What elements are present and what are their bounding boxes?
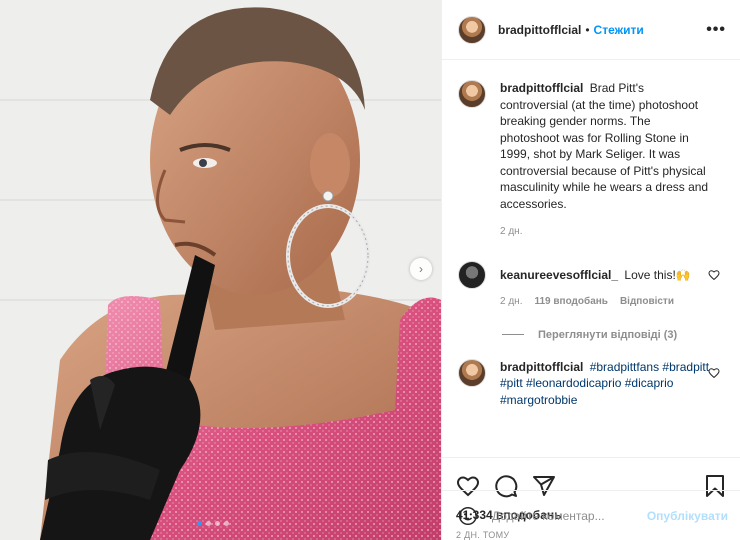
comment-text-block: bradpittofflcial #bradpittfans #bradpitt…	[500, 359, 712, 409]
caption-username[interactable]: bradpittofflcial	[500, 81, 583, 95]
avatar[interactable]	[458, 261, 486, 289]
comment-username[interactable]: keanureevesofflcial_	[500, 268, 618, 282]
comment-text-block: keanureevesofflcial_ Love this!🙌	[500, 261, 712, 284]
header-separator: •	[585, 22, 590, 37]
comment-meta: 2 дн. 119 вподобань Відповісти	[500, 296, 712, 307]
caption-text-block: bradpittofflcial Brad Pitt's controversi…	[500, 80, 712, 212]
caption-text: Brad Pitt's controversial (at the time) …	[500, 81, 709, 211]
smiley-icon[interactable]	[458, 505, 478, 527]
carousel-next-button[interactable]: ›	[410, 258, 432, 280]
avatar[interactable]	[458, 358, 486, 387]
replies-divider	[502, 334, 524, 335]
carousel-dot	[224, 521, 229, 526]
photo-illustration	[0, 0, 441, 540]
comment-time[interactable]: 2 дн.	[500, 296, 522, 307]
more-options-icon[interactable]: •••	[706, 21, 726, 39]
comment-item: bradpittofflcial #bradpittfans #bradpitt…	[458, 358, 724, 409]
caption-meta: 2 дн.	[500, 226, 712, 237]
post-header: bradpittofflcial • Стежити •••	[442, 0, 740, 60]
carousel-dot	[215, 521, 220, 526]
carousel-dot	[206, 521, 211, 526]
reply-button[interactable]: Відповісти	[620, 296, 674, 307]
caption: bradpittofflcial Brad Pitt's controversi…	[458, 80, 724, 237]
post-photo[interactable]: ›	[0, 0, 441, 540]
avatar[interactable]	[458, 15, 486, 44]
comment-text: Love this!🙌	[624, 268, 691, 282]
follow-button[interactable]: Стежити	[594, 23, 644, 37]
comments-section: bradpittofflcial Brad Pitt's controversi…	[442, 60, 740, 457]
post-side-panel: bradpittofflcial • Стежити ••• bradpitto…	[441, 0, 740, 540]
publish-button[interactable]: Опублікувати	[647, 509, 728, 523]
add-comment-bar: Опублікувати	[442, 490, 740, 540]
view-replies-button[interactable]: Переглянути відповіді (3)	[502, 329, 724, 341]
comment-like-heart-icon[interactable]	[708, 269, 720, 281]
comment-like-heart-icon[interactable]	[708, 367, 720, 379]
comment-item: keanureevesofflcial_ Love this!🙌 2 дн. 1…	[458, 261, 724, 307]
view-replies-label: Переглянути відповіді (3)	[538, 328, 678, 341]
instagram-post: › bradpittofflcial • Стежити ••• bradpit…	[0, 0, 740, 540]
comment-input[interactable]	[491, 508, 647, 523]
caption-time[interactable]: 2 дн.	[500, 226, 522, 237]
carousel-indicator	[197, 521, 229, 526]
carousel-dot	[197, 521, 202, 526]
comment-username[interactable]: bradpittofflcial	[500, 360, 583, 374]
avatar[interactable]	[458, 80, 486, 108]
comment-likes[interactable]: 119 вподобань	[534, 296, 607, 307]
header-username[interactable]: bradpittofflcial	[498, 23, 581, 37]
chevron-right-icon: ›	[419, 262, 423, 276]
